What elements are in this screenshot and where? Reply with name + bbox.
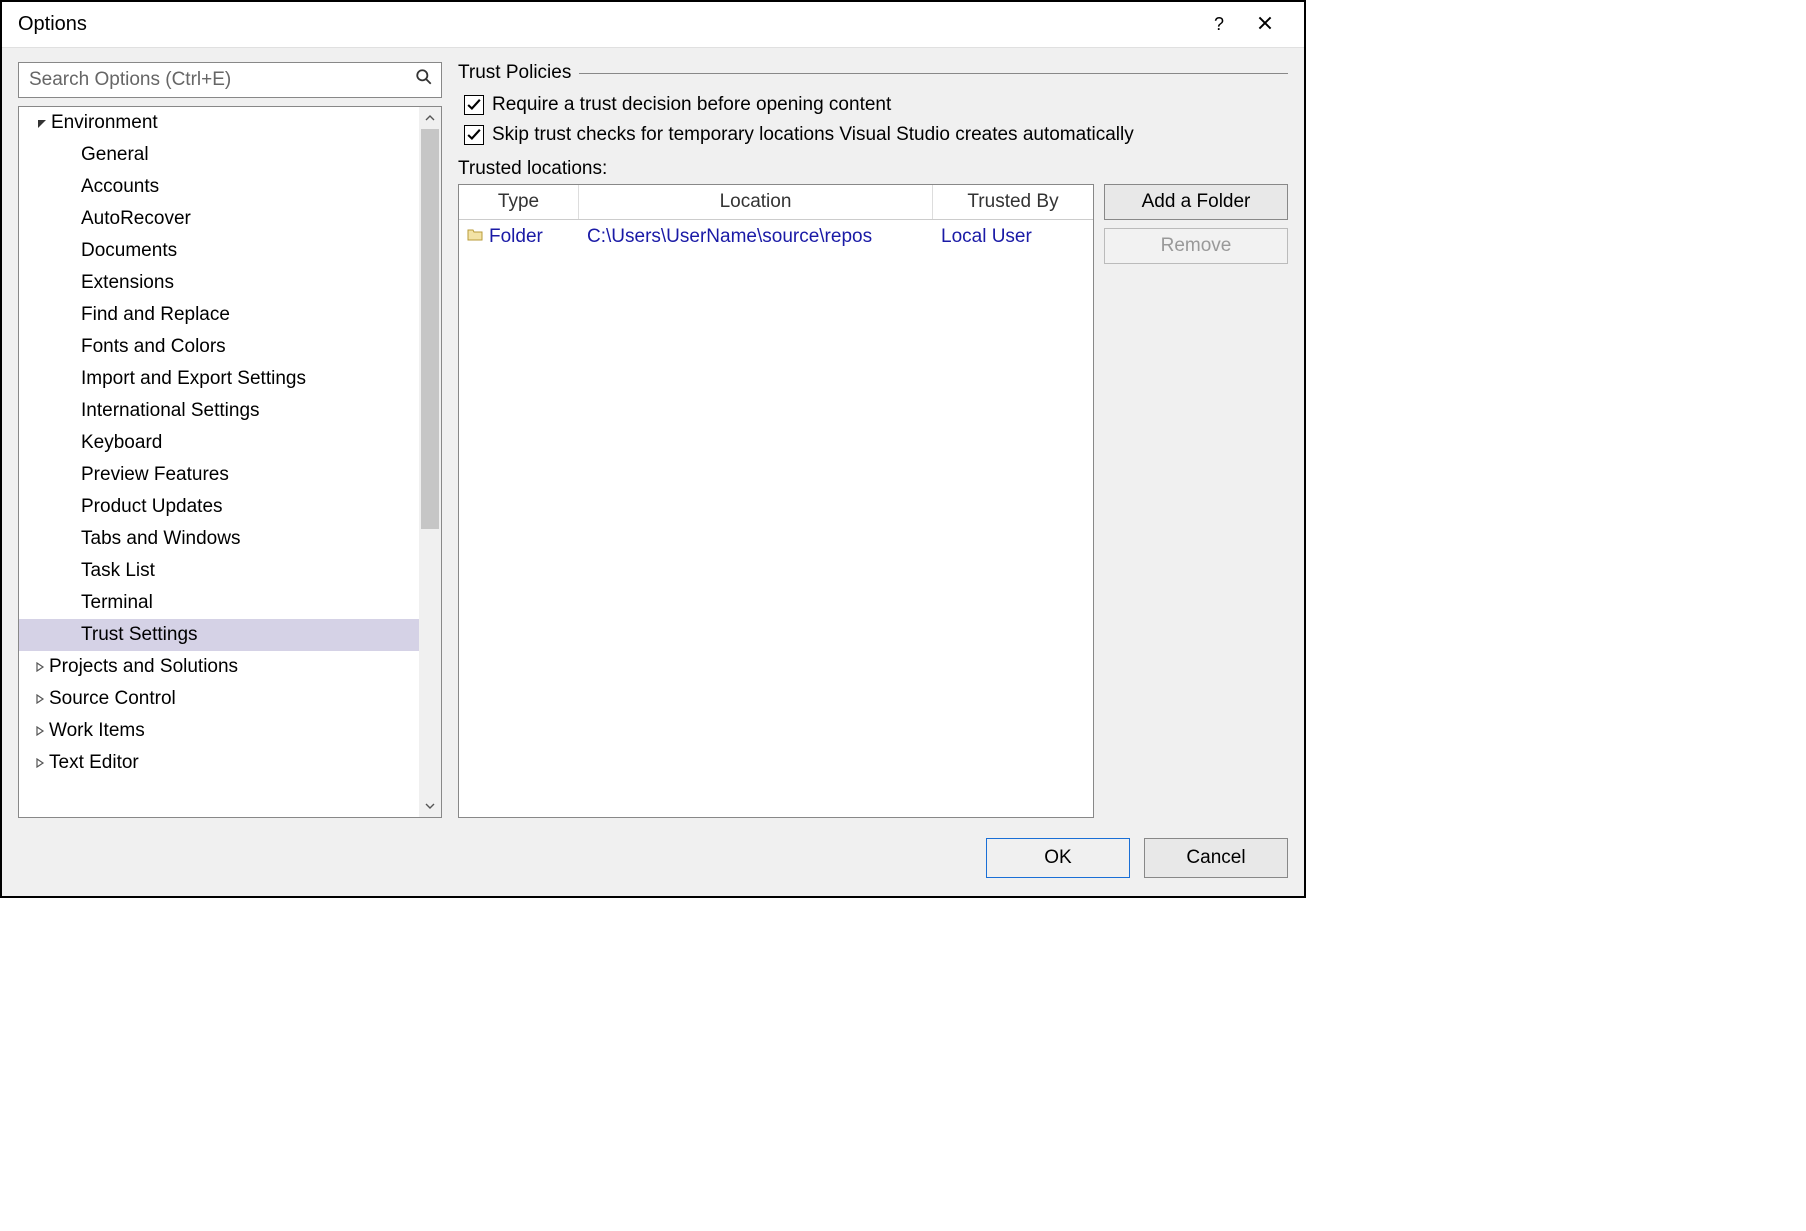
tree-label: Documents [81,240,177,262]
tree-label: Accounts [81,176,159,198]
tree-node-general[interactable]: General [19,139,419,171]
tree-label: Task List [81,560,155,582]
tree-node-product-updates[interactable]: Product Updates [19,491,419,523]
dialog-footer: OK Cancel [2,818,1304,896]
cell-location: C:\Users\UserName\source\repos [587,226,872,248]
tree-scrollbar[interactable] [419,107,441,817]
tree-node-documents[interactable]: Documents [19,235,419,267]
tree-label: Preview Features [81,464,229,486]
col-type-header[interactable]: Type [459,185,579,219]
tree-label: Text Editor [49,752,139,774]
options-tree: Environment General Accounts AutoRecover Doc… [18,106,442,818]
scroll-thumb[interactable] [421,129,439,529]
search-options-input[interactable] [27,68,415,92]
tree-node-terminal[interactable]: Terminal [19,587,419,619]
tree-label: Environment [51,112,158,134]
tree-node-import-and-export-settings[interactable]: Import and Export Settings [19,363,419,395]
tree-node-preview-features[interactable]: Preview Features [19,459,419,491]
tree-node-find-and-replace[interactable]: Find and Replace [19,299,419,331]
tree-label: AutoRecover [81,208,191,230]
options-dialog: Options ? Environment General Accounts Auto… [0,0,1306,898]
tree-node-international-settings[interactable]: International Settings [19,395,419,427]
chevron-collapsed-icon [31,726,49,736]
col-location-header[interactable]: Location [579,185,933,219]
close-icon [1258,14,1272,35]
tree-node-tabs-and-windows[interactable]: Tabs and Windows [19,523,419,555]
checkbox-checked-icon [464,125,484,145]
scroll-up-icon[interactable] [419,107,441,129]
folder-icon [467,226,483,248]
skip-temp-checkbox[interactable]: Skip trust checks for temporary location… [458,120,1288,150]
tree-node-work-items[interactable]: Work Items [19,715,419,747]
tree-label: Trust Settings [81,624,198,646]
table-header: Type Location Trusted By [459,185,1093,220]
tree-label: International Settings [81,400,260,422]
cancel-button[interactable]: Cancel [1144,838,1288,878]
tree-label: Fonts and Colors [81,336,226,358]
tree-label: Extensions [81,272,174,294]
group-title: Trust Policies [458,62,571,84]
tree-label: Keyboard [81,432,162,454]
ok-button[interactable]: OK [986,838,1130,878]
cell-trustedby: Local User [941,226,1032,248]
tree-node-task-list[interactable]: Task List [19,555,419,587]
tree-node-source-control[interactable]: Source Control [19,683,419,715]
tree-node-extensions[interactable]: Extensions [19,267,419,299]
search-icon [415,68,433,92]
require-trust-label: Require a trust decision before opening … [492,94,891,116]
require-trust-checkbox[interactable]: Require a trust decision before opening … [458,90,1288,120]
tree-label: Product Updates [81,496,223,518]
tree-label: Import and Export Settings [81,368,306,390]
cell-type: Folder [489,226,543,248]
checkbox-checked-icon [464,95,484,115]
tree-label: Find and Replace [81,304,230,326]
tree-label: Source Control [49,688,176,710]
tree-node-accounts[interactable]: Accounts [19,171,419,203]
tree-label: Tabs and Windows [81,528,240,550]
tree-node-trust-settings[interactable]: Trust Settings [19,619,419,651]
tree-node-fonts-and-colors[interactable]: Fonts and Colors [19,331,419,363]
close-button[interactable] [1242,2,1288,48]
trusted-locations-label: Trusted locations: [458,150,1288,184]
tree-node-text-editor[interactable]: Text Editor [19,747,419,779]
chevron-collapsed-icon [31,662,49,672]
remove-button: Remove [1104,228,1288,264]
chevron-collapsed-icon [31,758,49,768]
tree-label: Projects and Solutions [49,656,238,678]
tree-node-keyboard[interactable]: Keyboard [19,427,419,459]
tree-node-autorecover[interactable]: AutoRecover [19,203,419,235]
tree-label: Work Items [49,720,145,742]
tree-label: Terminal [81,592,153,614]
group-header: Trust Policies [458,62,1288,84]
skip-temp-label: Skip trust checks for temporary location… [492,124,1134,146]
search-options-input-wrap[interactable] [18,62,442,98]
table-row[interactable]: Folder C:\Users\UserName\source\repos Loca… [459,220,1093,254]
scroll-down-icon[interactable] [419,795,441,817]
help-button[interactable]: ? [1196,2,1242,48]
group-divider [579,73,1288,74]
titlebar: Options ? [2,2,1304,48]
col-trustedby-header[interactable]: Trusted By [933,185,1093,219]
chevron-expanded-icon [33,118,51,128]
tree-label: General [81,144,149,166]
trusted-locations-table: Type Location Trusted By Folder C:\Users\… [458,184,1094,818]
add-folder-button[interactable]: Add a Folder [1104,184,1288,220]
tree-node-environment[interactable]: Environment [19,107,419,139]
tree-node-projects-and-solutions[interactable]: Projects and Solutions [19,651,419,683]
help-icon: ? [1214,14,1224,35]
window-title: Options [18,13,87,36]
chevron-collapsed-icon [31,694,49,704]
